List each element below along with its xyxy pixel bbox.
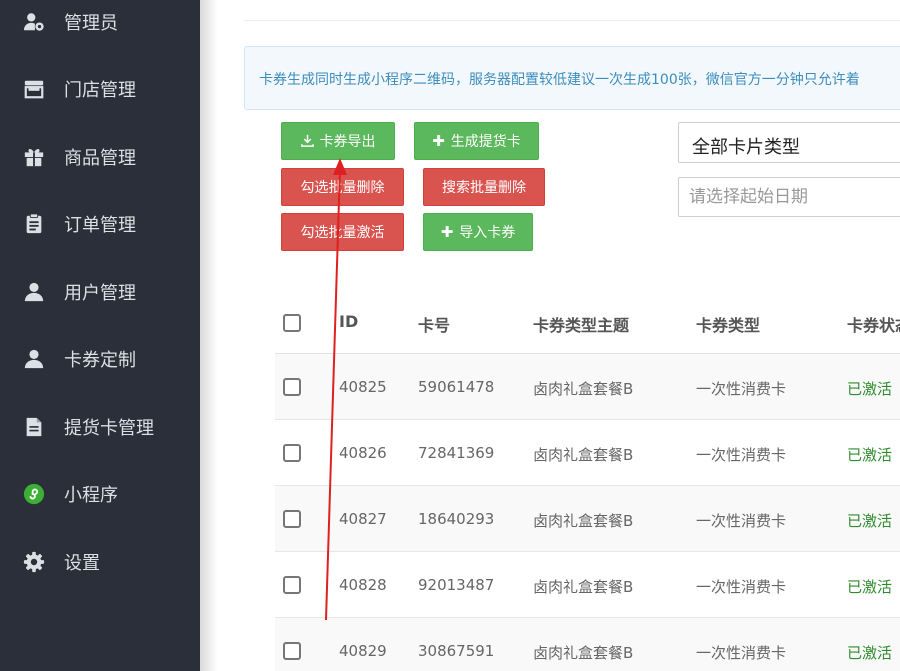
cell-theme: 卤肉礼盒套餐B (533, 578, 634, 596)
cell-type: 一次性消费卡 (696, 644, 787, 662)
column-header-theme: 卡券类型主题 (533, 316, 630, 335)
cell-number: 30867591 (418, 642, 495, 660)
table-row[interactable]: 40825 59061478 卤肉礼盒套餐B 一次性消费卡 已激活 (275, 354, 900, 420)
sidebar-item-users[interactable]: 用户管理 (0, 272, 200, 312)
cell-theme: 卤肉礼盒套餐B (533, 512, 634, 530)
generate-pickup-card-button[interactable]: ✚ 生成提货卡 (414, 122, 539, 160)
miniprogram-icon (22, 482, 46, 506)
plus-icon: ✚ (440, 222, 454, 241)
column-header-status: 卡券状态 (847, 316, 900, 335)
header-divider (244, 20, 900, 21)
download-icon (300, 134, 314, 149)
row-checkbox[interactable] (283, 642, 301, 660)
card-type-select-value: 全部卡片类型 (692, 137, 800, 158)
start-date-input[interactable] (678, 177, 900, 217)
batch-delete-checked-button[interactable]: 勾选批量删除 (281, 168, 404, 206)
card-type-select[interactable]: 全部卡片类型 (678, 122, 900, 163)
row-checkbox[interactable] (283, 576, 301, 594)
sidebar-item-card-custom[interactable]: 卡券定制 (0, 339, 200, 379)
cell-status: 已激活 (847, 578, 893, 596)
cell-id: 40829 (339, 642, 387, 660)
cell-theme: 卤肉礼盒套餐B (533, 446, 634, 464)
cell-type: 一次性消费卡 (696, 380, 787, 398)
cell-theme: 卤肉礼盒套餐B (533, 644, 634, 662)
sidebar-item-stores[interactable]: 门店管理 (0, 69, 200, 109)
row-checkbox[interactable] (283, 510, 301, 528)
cell-status: 已激活 (847, 644, 893, 662)
cell-number: 59061478 (418, 378, 495, 396)
notice-text: 卡券生成同时生成小程序二维码，服务器配置较低建议一次生成100张，微信官方一分钟… (259, 72, 860, 88)
sidebar-item-label: 提货卡管理 (64, 418, 154, 439)
batch-delete-checked-label: 勾选批量删除 (300, 180, 385, 196)
plus-icon: ✚ (432, 131, 445, 150)
sidebar-item-label: 管理员 (64, 13, 118, 34)
row-checkbox[interactable] (283, 378, 301, 396)
cell-number: 92013487 (418, 576, 495, 594)
cell-type: 一次性消费卡 (696, 512, 787, 530)
cell-id: 40828 (339, 576, 387, 594)
sidebar-item-label: 卡券定制 (64, 350, 136, 371)
cell-type: 一次性消费卡 (696, 446, 787, 464)
gift-icon (22, 145, 46, 169)
sidebar-item-products[interactable]: 商品管理 (0, 137, 200, 177)
import-cards-label: 导入卡券 (459, 225, 516, 241)
sidebar-item-label: 小程序 (64, 485, 118, 506)
cell-id: 40825 (339, 378, 387, 396)
sidebar-item-label: 订单管理 (64, 215, 136, 236)
export-cards-button[interactable]: 卡券导出 (281, 122, 395, 160)
table-row[interactable]: 40829 30867591 卤肉礼盒套餐B 一次性消费卡 已激活 (275, 618, 900, 671)
cell-status: 已激活 (847, 446, 893, 464)
table-row[interactable]: 40828 92013487 卤肉礼盒套餐B 一次性消费卡 已激活 (275, 552, 900, 618)
cell-number: 72841369 (418, 444, 495, 462)
user-gear-icon (22, 10, 46, 34)
export-cards-label: 卡券导出 (319, 134, 376, 150)
sidebar-item-pickup-cards[interactable]: 提货卡管理 (0, 407, 200, 447)
sidebar-item-miniprogram[interactable]: 小程序 (0, 474, 200, 514)
sidebar-item-label: 门店管理 (64, 80, 136, 101)
user-icon (22, 280, 46, 304)
select-all-checkbox[interactable] (283, 314, 301, 332)
batch-activate-checked-label: 勾选批量激活 (300, 225, 385, 241)
cell-id: 40826 (339, 444, 387, 462)
user-icon (22, 347, 46, 371)
sidebar: 管理员 门店管理 商品管理 订单管理 用户管理 卡券定制 提货卡管理 小程序 设… (0, 0, 200, 671)
table-row[interactable]: 40826 72841369 卤肉礼盒套餐B 一次性消费卡 已激活 (275, 420, 900, 486)
sidebar-item-admin[interactable]: 管理员 (0, 2, 200, 42)
batch-delete-search-button[interactable]: 搜索批量删除 (423, 168, 545, 206)
notice-banner: 卡券生成同时生成小程序二维码，服务器配置较低建议一次生成100张，微信官方一分钟… (244, 46, 900, 110)
column-header-id: ID (339, 312, 359, 331)
file-icon (22, 415, 46, 439)
cell-status: 已激活 (847, 380, 893, 398)
store-icon (22, 77, 46, 101)
cell-status: 已激活 (847, 512, 893, 530)
column-header-number: 卡号 (418, 316, 451, 335)
table-row[interactable]: 40827 18640293 卤肉礼盒套餐B 一次性消费卡 已激活 (275, 486, 900, 552)
sidebar-item-label: 设置 (64, 553, 100, 574)
clipboard-icon (22, 212, 46, 236)
sidebar-item-label: 用户管理 (64, 283, 136, 304)
row-checkbox[interactable] (283, 444, 301, 462)
sidebar-shadow (200, 0, 218, 671)
column-header-type: 卡券类型 (696, 316, 761, 335)
import-cards-button[interactable]: ✚ 导入卡券 (423, 213, 533, 251)
cell-type: 一次性消费卡 (696, 578, 787, 596)
gear-icon (22, 550, 46, 574)
cell-id: 40827 (339, 510, 387, 528)
sidebar-item-label: 商品管理 (64, 148, 136, 169)
batch-activate-checked-button[interactable]: 勾选批量激活 (281, 213, 404, 251)
cell-number: 18640293 (418, 510, 495, 528)
table-header: ID 卡号 卡券类型主题 卡券类型 卡券状态 (275, 290, 900, 354)
cell-theme: 卤肉礼盒套餐B (533, 380, 634, 398)
sidebar-item-settings[interactable]: 设置 (0, 542, 200, 582)
generate-pickup-card-label: 生成提货卡 (450, 134, 521, 150)
batch-delete-search-label: 搜索批量删除 (442, 180, 526, 196)
sidebar-item-orders[interactable]: 订单管理 (0, 204, 200, 244)
